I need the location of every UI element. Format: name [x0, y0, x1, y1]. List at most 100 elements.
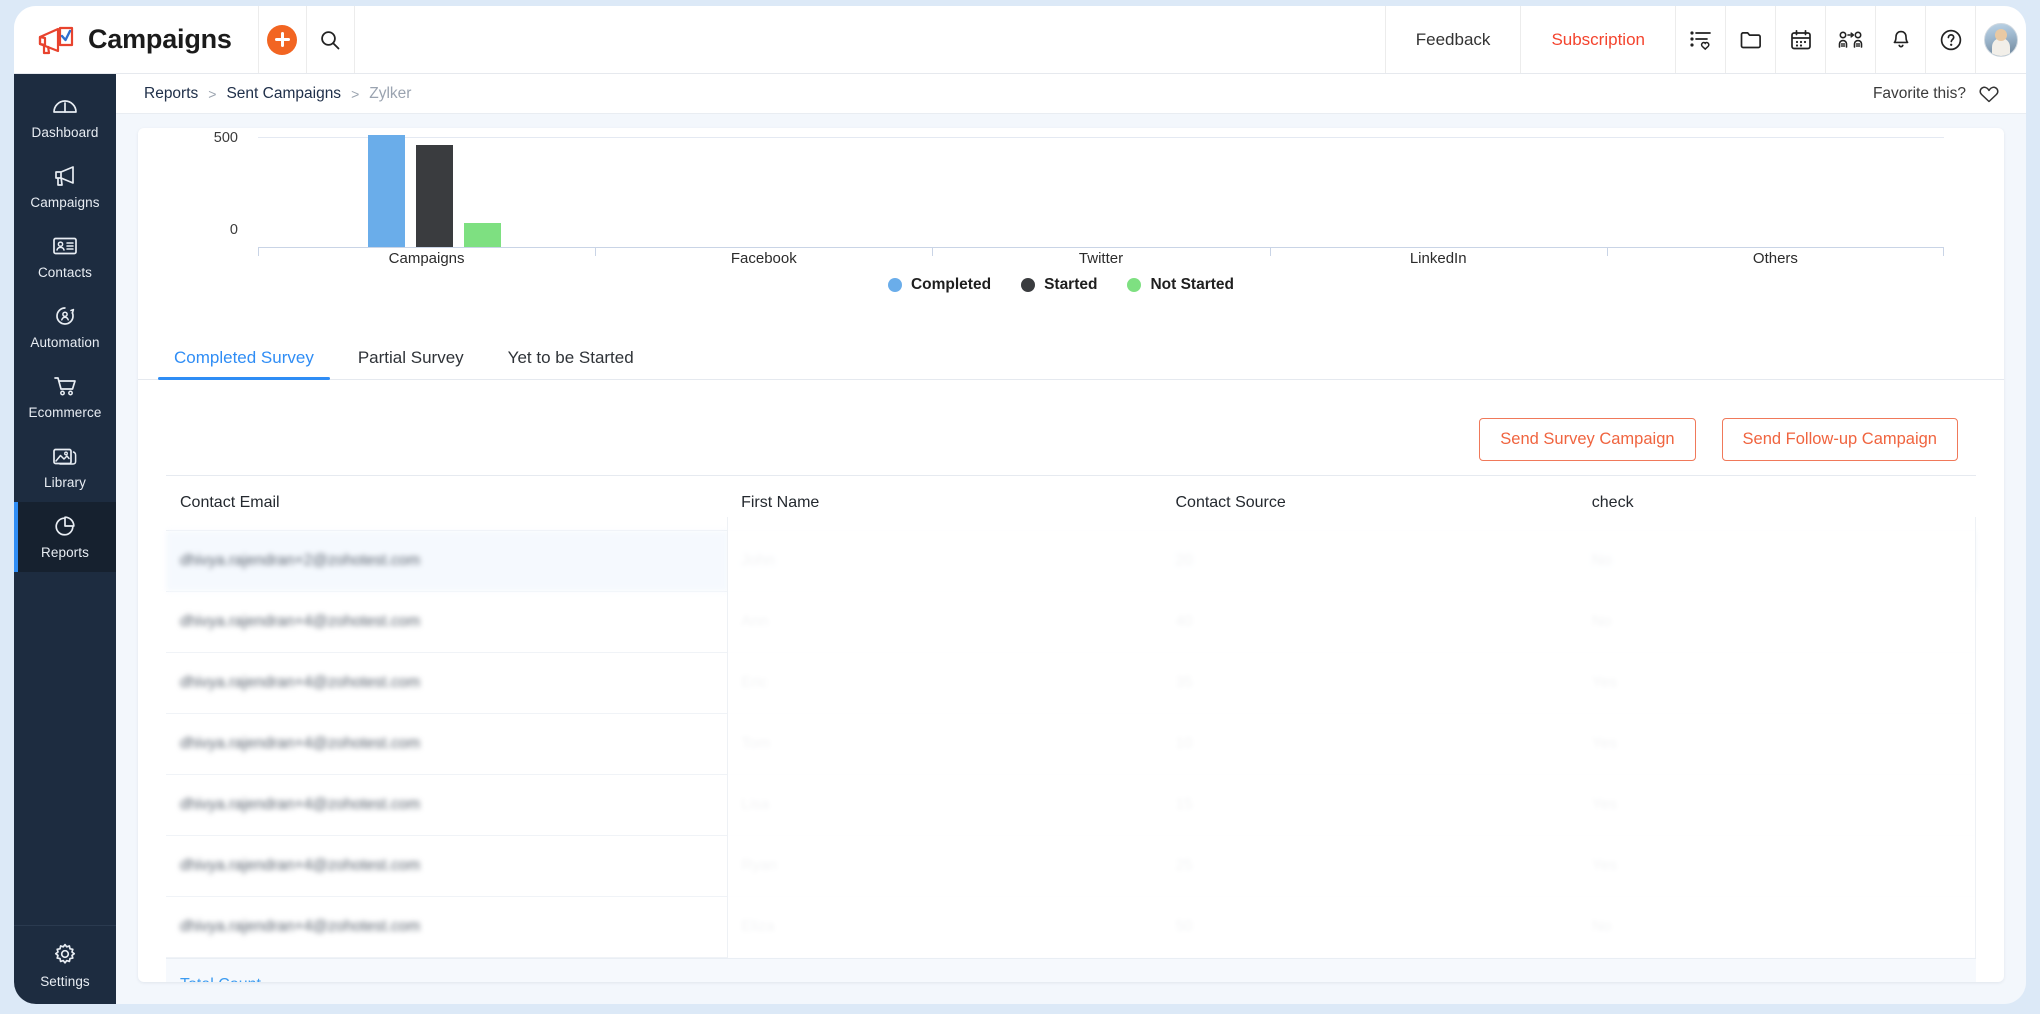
breadcrumb-bar: Reports > Sent Campaigns > Zylker Favori…: [116, 74, 2026, 114]
sidebar-bottom: Settings: [14, 925, 116, 1004]
table-row[interactable]: dhivya.rajendran+4@zohotest.com Ryan 25 …: [166, 835, 1976, 897]
x-label-linkedin: LinkedIn: [1409, 250, 1467, 267]
table-row[interactable]: dhivya.rajendran+4@zohotest.com Ann 40 N…: [166, 591, 1976, 653]
sidebar-item-label: Reports: [41, 545, 89, 560]
column-header-contact-source[interactable]: Contact Source: [1161, 475, 1578, 531]
action-buttons: Send Survey Campaign Send Follow-up Camp…: [138, 380, 2004, 475]
legend-item-completed[interactable]: Completed: [887, 276, 991, 294]
cell-contact-email[interactable]: dhivya.rajendran+4@zohotest.com: [166, 835, 728, 897]
cell-contact-email[interactable]: dhivya.rajendran+2@zohotest.com: [166, 530, 728, 592]
cell-contact-email[interactable]: dhivya.rajendran+4@zohotest.com: [166, 713, 728, 775]
content-area: Reports > Sent Campaigns > Zylker Favori…: [116, 74, 2026, 1004]
calendar-button[interactable]: [1776, 6, 1826, 73]
automation-icon: [51, 304, 79, 328]
search-button[interactable]: [307, 6, 355, 73]
cell-check: Yes: [1577, 652, 1976, 714]
sidebar-item-automation[interactable]: Automation: [14, 292, 116, 362]
cart-icon: [51, 374, 79, 398]
favorites-list-button[interactable]: [1676, 6, 1726, 73]
legend-item-not-started[interactable]: Not Started: [1127, 276, 1234, 294]
tab-partial-survey[interactable]: Partial Survey: [336, 349, 486, 379]
table-row[interactable]: dhivya.rajendran+4@zohotest.com Tom 10 Y…: [166, 713, 1976, 775]
y-tick-0: 0: [229, 222, 238, 238]
profile-button[interactable]: [1976, 6, 2026, 73]
sidebar-item-ecommerce[interactable]: Ecommerce: [14, 362, 116, 432]
sidebar-item-settings[interactable]: Settings: [14, 926, 116, 1004]
send-followup-campaign-button[interactable]: Send Follow-up Campaign: [1721, 418, 1958, 461]
sidebar-item-campaigns[interactable]: Campaigns: [14, 152, 116, 222]
column-header-check[interactable]: check: [1577, 475, 1976, 531]
cell-contact-email[interactable]: dhivya.rajendran+4@zohotest.com: [166, 652, 728, 714]
cell-check: No: [1577, 530, 1976, 592]
chart-legend: Completed Started Not Started: [178, 276, 1944, 294]
column-header-first-name[interactable]: First Name: [727, 475, 1162, 531]
cell-first-name: Lisa: [727, 774, 1162, 836]
x-label-twitter: Twitter: [1078, 250, 1124, 267]
table-header-row: Contact Email First Name Contact Source …: [166, 475, 1976, 531]
bar-chart: 500 0 Campaigns Facebook Twitter LinkedI…: [178, 128, 1944, 293]
dashboard-icon: [51, 94, 79, 118]
contact-card-icon: [51, 234, 79, 258]
bar-started[interactable]: [416, 145, 453, 247]
breadcrumb-item-reports[interactable]: Reports: [144, 85, 198, 103]
add-button[interactable]: [259, 6, 307, 73]
cell-first-name: Tom: [727, 713, 1162, 775]
chart-plot: [258, 128, 1944, 256]
bar-group-campaigns: [368, 135, 501, 247]
folder-button[interactable]: [1726, 6, 1776, 73]
tab-yet-to-be-started[interactable]: Yet to be Started: [486, 349, 656, 379]
cell-contact-email[interactable]: dhivya.rajendran+4@zohotest.com: [166, 774, 728, 836]
breadcrumb-separator: >: [351, 85, 360, 102]
report-panel: 500 0 Campaigns Facebook Twitter LinkedI…: [138, 128, 2004, 982]
bar-not-started[interactable]: [464, 223, 501, 247]
column-header-contact-email[interactable]: Contact Email: [166, 475, 728, 531]
refer-friend-button[interactable]: [1826, 6, 1876, 73]
feedback-button[interactable]: Feedback: [1386, 6, 1522, 73]
subscription-button[interactable]: Subscription: [1521, 6, 1676, 73]
favorite-control[interactable]: Favorite this?: [1873, 84, 2000, 104]
x-label-others: Others: [1752, 250, 1798, 267]
sidebar-item-contacts[interactable]: Contacts: [14, 222, 116, 292]
sidebar-item-library[interactable]: Library: [14, 432, 116, 502]
breadcrumb-item-current: Zylker: [369, 84, 412, 102]
legend-swatch-started: [1021, 278, 1036, 292]
cell-first-name: Eliza: [727, 896, 1162, 958]
table-row[interactable]: dhivya.rajendran+2@zohotest.com John 20 …: [166, 530, 1976, 592]
sidebar-item-label: Library: [44, 475, 86, 490]
heart-icon[interactable]: [1978, 84, 2000, 104]
total-count-link[interactable]: Total Count: [180, 976, 261, 982]
table-row[interactable]: dhivya.rajendran+4@zohotest.com Lisa 15 …: [166, 774, 1976, 836]
legend-label: Started: [1044, 276, 1098, 293]
legend-swatch-completed: [887, 278, 902, 292]
cell-check: No: [1577, 591, 1976, 653]
favorite-label: Favorite this?: [1872, 84, 1966, 102]
chart-section: 500 0 Campaigns Facebook Twitter LinkedI…: [138, 128, 2004, 328]
user-avatar: [1984, 22, 2018, 57]
sidebar-item-label: Dashboard: [31, 125, 99, 140]
pie-chart-icon: [51, 514, 79, 538]
top-bar-spacer: [355, 6, 1386, 73]
sidebar-item-label: Automation: [30, 335, 100, 350]
cell-contact-email[interactable]: dhivya.rajendran+4@zohotest.com: [166, 896, 728, 958]
tab-completed-survey[interactable]: Completed Survey: [152, 349, 336, 380]
cell-contact-email[interactable]: dhivya.rajendran+4@zohotest.com: [166, 591, 728, 653]
top-bar: Campaigns Feedback Subscription: [14, 6, 2026, 74]
folder-icon: [1739, 29, 1763, 51]
table-row[interactable]: dhivya.rajendran+4@zohotest.com Eric 35 …: [166, 652, 1976, 714]
cell-check: Yes: [1577, 774, 1976, 836]
send-survey-campaign-button[interactable]: Send Survey Campaign: [1479, 418, 1696, 461]
table-row[interactable]: dhivya.rajendran+4@zohotest.com Eliza 50…: [166, 896, 1976, 958]
sidebar-item-dashboard[interactable]: Dashboard: [14, 82, 116, 152]
cell-check: Yes: [1577, 835, 1976, 897]
sidebar-item-reports[interactable]: Reports: [14, 502, 116, 572]
bar-completed[interactable]: [368, 135, 405, 247]
breadcrumb-item-sent-campaigns[interactable]: Sent Campaigns: [226, 85, 341, 103]
legend-item-started[interactable]: Started: [1021, 276, 1097, 294]
megaphone-icon: [51, 164, 79, 188]
breadcrumb-separator: >: [208, 85, 217, 102]
brand[interactable]: Campaigns: [14, 6, 259, 73]
notifications-button[interactable]: [1876, 6, 1926, 73]
image-library-icon: [51, 444, 79, 468]
calendar-icon: [1789, 29, 1813, 51]
help-button[interactable]: [1926, 6, 1976, 73]
